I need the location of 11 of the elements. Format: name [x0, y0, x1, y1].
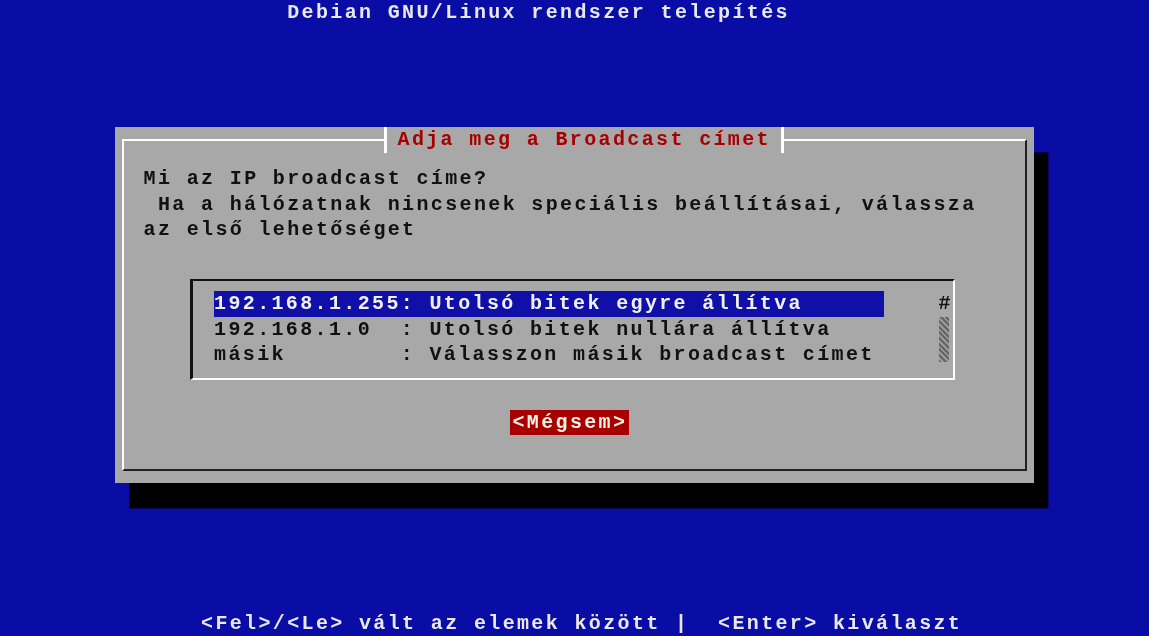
option-item[interactable]: 192.168.1.0 : Utolsó bitek nullára állítva: [214, 316, 884, 343]
option-item[interactable]: másik : Válasszon másik broadcast címet: [214, 342, 884, 368]
description-text: Ha a hálózatnak nincsenek speciális beállításai, válassza az első lehetőséget: [143, 191, 978, 243]
option-item[interactable]: 192.168.1.255: Utolsó bitek egyre állítva: [214, 291, 884, 317]
screen-title: Debian GNU/Linux rendszer telepítés: [286, 0, 791, 26]
scroll-mark: #: [938, 291, 953, 317]
help-line: <Fel>/<Le> vált az elemek között | <Enter> kiválaszt: [200, 610, 964, 636]
question-text: Mi az IP broadcast címe?: [143, 166, 489, 192]
dialog-title: Adja meg a Broadcast címet: [384, 127, 784, 153]
cancel-button[interactable]: <Mégsem>: [510, 409, 630, 436]
scrollbar-track: [938, 316, 949, 362]
